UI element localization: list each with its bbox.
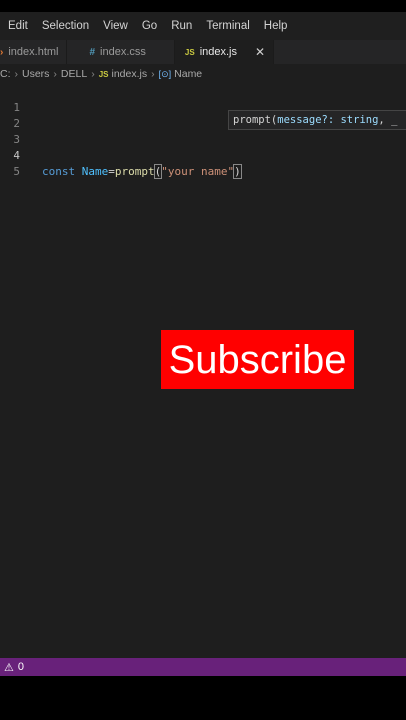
breadcrumb: C: › Users › DELL › JS index.js › [⊙] Na…: [0, 64, 406, 84]
top-black-bar: [0, 0, 406, 10]
bottom-black-bar: [0, 676, 406, 720]
chevron-right-icon: ›: [53, 68, 57, 80]
parameter-hint-popup: prompt(message?: string, _: [228, 110, 406, 130]
js-file-icon: JS: [184, 47, 195, 57]
hint-function: prompt(: [233, 114, 278, 126]
warning-count[interactable]: 0: [18, 661, 24, 673]
menu-terminal[interactable]: Terminal: [198, 20, 255, 32]
menu-help[interactable]: Help: [256, 20, 294, 32]
breadcrumb-symbol[interactable]: Name: [174, 68, 202, 80]
html-file-icon: ›: [0, 46, 4, 58]
editor-line: 1: [0, 84, 406, 114]
function-prompt: prompt: [114, 165, 155, 178]
breadcrumb-users[interactable]: Users: [22, 68, 49, 80]
close-icon[interactable]: ✕: [255, 45, 265, 59]
tab-label: index.css: [100, 46, 146, 58]
tab-label: index.html: [8, 46, 59, 58]
equals-operator: =: [108, 165, 115, 178]
hint-rest: , _: [378, 114, 398, 126]
variable-symbol-icon: [⊙]: [158, 68, 172, 79]
menu-selection[interactable]: Selection: [34, 20, 95, 32]
code-statement: const Name=prompt("your name"): [42, 164, 242, 180]
breadcrumb-drive[interactable]: C:: [0, 68, 11, 80]
js-file-icon: JS: [98, 69, 109, 79]
tab-index-js[interactable]: JS index.js ✕: [174, 40, 275, 64]
breadcrumb-file[interactable]: index.js: [111, 68, 147, 80]
menu-view[interactable]: View: [95, 20, 134, 32]
menu-go[interactable]: Go: [134, 20, 163, 32]
close-paren: ): [233, 164, 242, 179]
variable-name: Name: [81, 165, 109, 178]
menu-edit[interactable]: Edit: [0, 20, 34, 32]
keyword-const: const: [42, 165, 76, 178]
editor-line-current: 4 const Name=prompt("your name"): [0, 132, 406, 179]
hint-param: message?: string: [277, 114, 379, 126]
breadcrumb-dell[interactable]: DELL: [61, 68, 87, 80]
tab-index-css[interactable]: # index.css: [67, 40, 175, 64]
string-literal: "your name": [161, 165, 235, 178]
tab-index-html[interactable]: › index.html: [0, 40, 68, 64]
editor-tabs: › index.html # index.css JS index.js ✕: [0, 40, 406, 64]
chevron-right-icon: ›: [14, 68, 19, 80]
menu-bar: Edit Selection View Go Run Terminal Help: [0, 12, 406, 40]
editor-line: 5: [0, 148, 406, 178]
line-number: 5: [13, 165, 20, 178]
menu-run[interactable]: Run: [163, 20, 198, 32]
chevron-right-icon: ›: [151, 68, 155, 80]
subscribe-overlay[interactable]: Subscribe: [161, 330, 354, 389]
css-file-icon: #: [89, 46, 96, 58]
chevron-right-icon: ›: [91, 68, 95, 80]
warning-icon[interactable]: ⚠: [4, 661, 14, 674]
tab-label: index.js: [199, 46, 237, 58]
status-bar: ⚠ 0: [0, 658, 406, 676]
